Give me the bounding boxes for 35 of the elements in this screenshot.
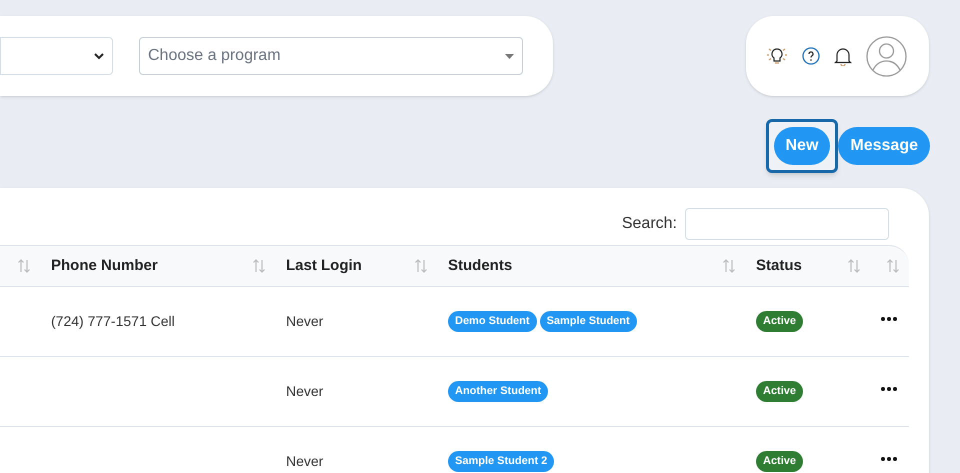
student-tag[interactable]: Sample Student: [540, 311, 637, 332]
status-badge: Active: [756, 311, 804, 332]
more-icon[interactable]: [881, 386, 897, 390]
avatar-icon[interactable]: [866, 36, 907, 76]
program-select[interactable]: Choose a program: [139, 37, 523, 75]
student-tag[interactable]: Demo Student: [448, 311, 537, 332]
sort-icon[interactable]: [414, 259, 428, 273]
search-label: Search:: [622, 214, 677, 234]
sort-icon[interactable]: [886, 259, 900, 273]
phone-number: (724) 777-1571 Cell: [51, 312, 175, 331]
sort-icon[interactable]: [252, 259, 266, 273]
chevron-down-icon: [94, 52, 104, 60]
more-icon[interactable]: [881, 456, 897, 460]
column-header[interactable]: Phone Number: [51, 254, 158, 278]
sort-icon[interactable]: [722, 259, 736, 273]
column-header[interactable]: Status: [756, 254, 802, 278]
sort-icon[interactable]: [847, 259, 861, 273]
help-icon[interactable]: [802, 47, 820, 65]
student-tag[interactable]: Another Student: [448, 381, 548, 402]
last-login: Never: [286, 452, 324, 471]
last-login: Never: [286, 382, 324, 401]
action-button[interactable]: Message: [838, 127, 930, 165]
student-tag[interactable]: Sample Student 2: [448, 451, 554, 472]
last-login: Never: [286, 312, 324, 331]
action-button[interactable]: New: [774, 127, 830, 165]
sort-icon[interactable]: [17, 259, 31, 273]
caret-down-icon: [505, 54, 514, 58]
status-badge: Active: [756, 451, 804, 472]
bell-icon[interactable]: [834, 46, 852, 66]
column-header[interactable]: Last Login: [286, 254, 362, 278]
more-icon[interactable]: [881, 316, 897, 320]
column-header[interactable]: Students: [448, 254, 512, 278]
select-field[interactable]: [0, 37, 113, 75]
search-field[interactable]: [685, 208, 889, 240]
status-badge: Active: [756, 381, 804, 402]
